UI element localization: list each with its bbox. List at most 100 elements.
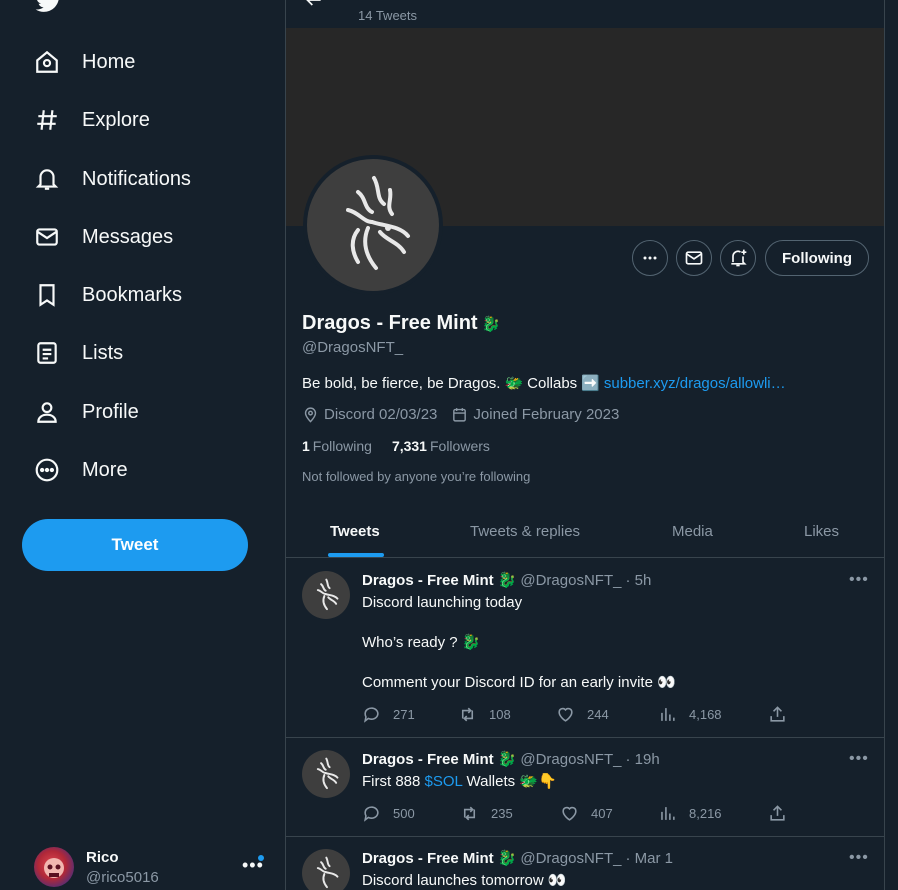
tweet-text-line: Discord launching today (362, 594, 523, 611)
like-action[interactable]: 244 (556, 705, 609, 724)
following-button[interactable]: Following (765, 240, 869, 276)
nav-more[interactable]: More (22, 446, 128, 494)
tweet-author-name[interactable]: Dragos - Free Mint (362, 850, 494, 867)
cashtag-link[interactable]: $SOL (425, 773, 463, 790)
nav-notifications[interactable]: Notifications (22, 155, 191, 203)
skull-avatar-icon (44, 858, 64, 878)
nav-home-label: Home (82, 50, 136, 73)
like-count: 407 (591, 806, 613, 821)
views-count: 8,216 (689, 806, 722, 821)
unread-dot (258, 855, 264, 861)
account-name: Rico (86, 849, 119, 866)
tweet-header: Dragos - Free Mint 🐉 @DragosNFT_ · 19h (362, 750, 660, 769)
nav-lists[interactable]: Lists (22, 329, 123, 377)
nav-bookmarks[interactable]: Bookmarks (22, 271, 182, 319)
nav-explore[interactable]: Explore (22, 96, 150, 144)
tweet-author-emoji: 🐉 (497, 751, 517, 768)
nav-messages-label: Messages (82, 225, 174, 248)
tweet[interactable]: Dragos - Free Mint 🐉 @DragosNFT_ · 5h ••… (286, 559, 884, 738)
nav-explore-label: Explore (82, 108, 150, 131)
following-count: 1 (302, 438, 310, 454)
share-action[interactable] (768, 804, 799, 823)
bio-link[interactable]: subber.xyz/dragos/allowli… (604, 375, 786, 392)
nav-profile[interactable]: Profile (22, 388, 139, 436)
nav-more-label: More (82, 458, 128, 481)
envelope-icon (685, 251, 703, 265)
tweet-author-handle[interactable]: @DragosNFT_ (520, 751, 621, 768)
tweet[interactable]: Dragos - Free Mint 🐉 @DragosNFT_ · 19h •… (286, 738, 884, 837)
profile-column: 14 Tweets Following Dragos - Free Mint 🐉… (285, 0, 885, 890)
tweet-more-icon[interactable]: ••• (849, 750, 869, 768)
hashtag-icon (37, 110, 57, 130)
list-icon (37, 342, 57, 364)
nav-lists-label: Lists (82, 341, 124, 364)
tweet-text-line: First 888 $SOL Wallets 🐲👇 (362, 772, 557, 792)
envelope-icon (36, 228, 58, 246)
profile-avatar[interactable] (303, 155, 443, 295)
notify-button[interactable] (720, 240, 756, 276)
account-switcher[interactable]: Rico @rico5016 ••• (34, 845, 274, 890)
profile-joined: Joined February 2023 (473, 406, 620, 423)
more-options-button[interactable] (632, 240, 668, 276)
tweet-author-emoji: 🐉 (497, 850, 517, 867)
retweet-action[interactable]: 235 (460, 804, 513, 823)
nav-profile-label: Profile (82, 400, 139, 423)
like-count: 244 (587, 707, 609, 722)
views-action[interactable]: 8,216 (658, 804, 722, 823)
tweet-more-icon[interactable]: ••• (849, 571, 869, 589)
retweet-icon (461, 707, 474, 722)
location-pin-icon (304, 407, 317, 423)
tweet-avatar[interactable] (302, 750, 350, 798)
tweet-text-line: Comment your Discord ID for an early inv… (362, 674, 676, 691)
tweet-actions: 500 235 407 8,216 (362, 804, 802, 826)
tweet-time[interactable]: · Mar 1 (625, 850, 673, 867)
retweet-action[interactable]: 108 (458, 705, 511, 724)
tweet-avatar[interactable] (302, 849, 350, 890)
share-action[interactable] (768, 705, 799, 724)
views-count: 4,168 (689, 707, 722, 722)
nav-home[interactable]: Home (22, 38, 135, 86)
profile-stats: 1 Following 7,331 Followers (302, 438, 490, 454)
tab-media[interactable]: Media (672, 505, 713, 558)
tweet-button[interactable]: Tweet (22, 519, 248, 571)
views-action[interactable]: 4,168 (658, 705, 722, 724)
following-stat[interactable]: 1 Following (302, 438, 372, 454)
share-icon (770, 805, 785, 821)
tweet-author-name[interactable]: Dragos - Free Mint (362, 751, 494, 768)
bio-emoji: 🐲 (504, 375, 524, 392)
tweet-author-handle[interactable]: @DragosNFT_ (520, 850, 621, 867)
tweet-avatar[interactable] (302, 571, 350, 619)
bio-text: Be bold, be fierce, be Dragos. (302, 374, 501, 392)
nav-messages[interactable]: Messages (22, 213, 173, 261)
like-action[interactable]: 407 (560, 804, 613, 823)
heart-icon (558, 707, 573, 722)
reply-action[interactable]: 271 (362, 705, 415, 724)
reply-icon (363, 806, 379, 822)
tweet-more-icon[interactable]: ••• (849, 849, 869, 867)
tweet-author-name[interactable]: Dragos - Free Mint (362, 572, 494, 589)
tweet-author-handle[interactable]: @DragosNFT_ (520, 572, 621, 589)
tab-tweets[interactable]: Tweets (330, 505, 380, 558)
reply-action[interactable]: 500 (362, 804, 415, 823)
header-tweet-count: 14 Tweets (358, 8, 418, 23)
dragon-head-icon (346, 176, 410, 270)
tab-likes[interactable]: Likes (804, 505, 839, 558)
profile-bio: Be bold, be fierce, be Dragos. 🐲 Collabs… (302, 374, 786, 393)
tweet[interactable]: Dragos - Free Mint 🐉 @DragosNFT_ · Mar 1… (286, 837, 884, 890)
tweet-header: Dragos - Free Mint 🐉 @DragosNFT_ · 5h (362, 571, 651, 590)
message-button[interactable] (676, 240, 712, 276)
arrow-emoji: ➡️ (581, 375, 600, 392)
followers-stat[interactable]: 7,331 Followers (392, 438, 490, 454)
followers-count: 7,331 (391, 438, 427, 454)
tweet-time[interactable]: · 19h (625, 751, 659, 768)
sidebar: Home Explore Notifications Messages Book… (0, 0, 285, 890)
tweet-actions: 271 108 244 4,168 (362, 705, 802, 727)
tweet-text: First 888 (362, 773, 421, 790)
profile-location: Discord 02/03/23 (324, 406, 438, 423)
twitter-logo-icon[interactable] (34, 0, 64, 14)
tweet-time[interactable]: · 5h (625, 572, 651, 589)
retweet-count: 235 (491, 806, 513, 821)
tab-tweets-replies[interactable]: Tweets & replies (470, 505, 580, 558)
tweet-author-emoji: 🐉 (497, 572, 517, 589)
back-arrow-icon[interactable] (304, 0, 324, 10)
